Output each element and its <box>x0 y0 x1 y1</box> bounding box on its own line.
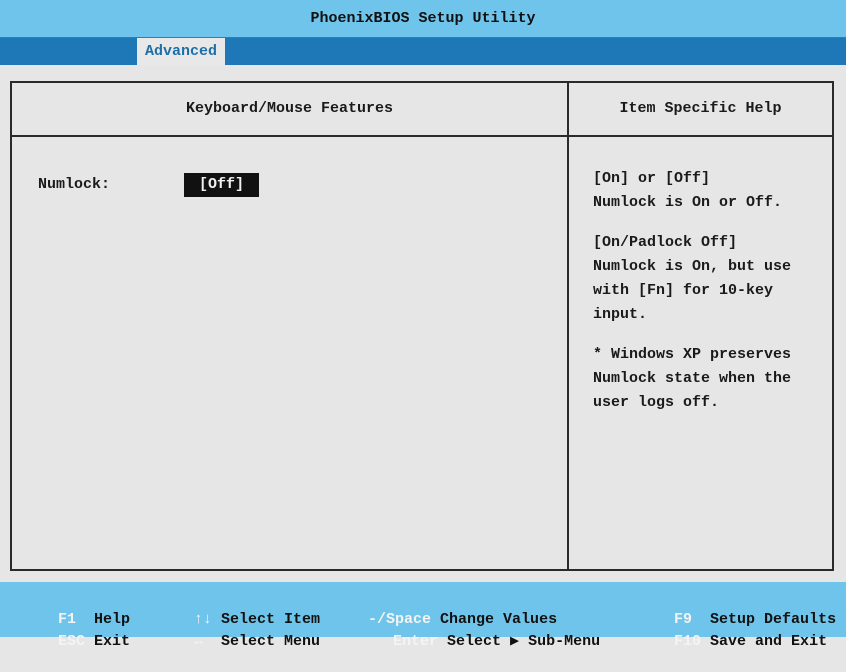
tab-advanced[interactable]: Advanced <box>137 38 226 65</box>
header-divider <box>12 135 832 137</box>
numlock-label: Numlock: <box>38 176 111 193</box>
help-paragraph: [On] or [Off] Numlock is On or Off. <box>593 170 783 211</box>
exit-key-hint: ESC Exit <box>22 612 130 672</box>
help-panel-title: Item Specific Help <box>619 100 782 117</box>
key-legend: F1 Help ESC Exit ↑↓ Select Item ↔ Select… <box>0 582 846 650</box>
key-action: Select ▶ Sub-Menu <box>447 633 601 650</box>
key-action: Exit <box>94 633 131 650</box>
help-paragraph: [On/Padlock Off] Numlock is On, but use … <box>593 234 792 323</box>
panel-divider <box>567 83 569 569</box>
main-frame: Keyboard/Mouse Features Item Specific He… <box>10 81 834 571</box>
help-paragraph: * Windows XP preserves Numlock state whe… <box>593 346 792 411</box>
window-title: PhoenixBIOS Setup Utility <box>0 0 846 38</box>
save-exit-key-hint: F10 Save and Exit <box>638 612 827 672</box>
key-action: Select Menu <box>221 633 321 650</box>
help-text: [On] or [Off] Numlock is On or Off. [On/… <box>593 167 833 431</box>
numlock-value[interactable]: [Off] <box>184 173 259 197</box>
key-label: Enter <box>393 633 439 650</box>
panel-title: Keyboard/Mouse Features <box>185 100 394 117</box>
key-label: ↔ <box>194 633 204 650</box>
select-menu-key-hint: ↔ Select Menu <box>158 612 320 672</box>
enter-key-hint: Enter Select ▶ Sub-Menu <box>357 612 600 672</box>
key-label: F10 <box>674 633 702 650</box>
menu-bar: Advanced <box>0 38 846 65</box>
key-label: ESC <box>58 633 86 650</box>
key-action: Save and Exit <box>710 633 828 650</box>
